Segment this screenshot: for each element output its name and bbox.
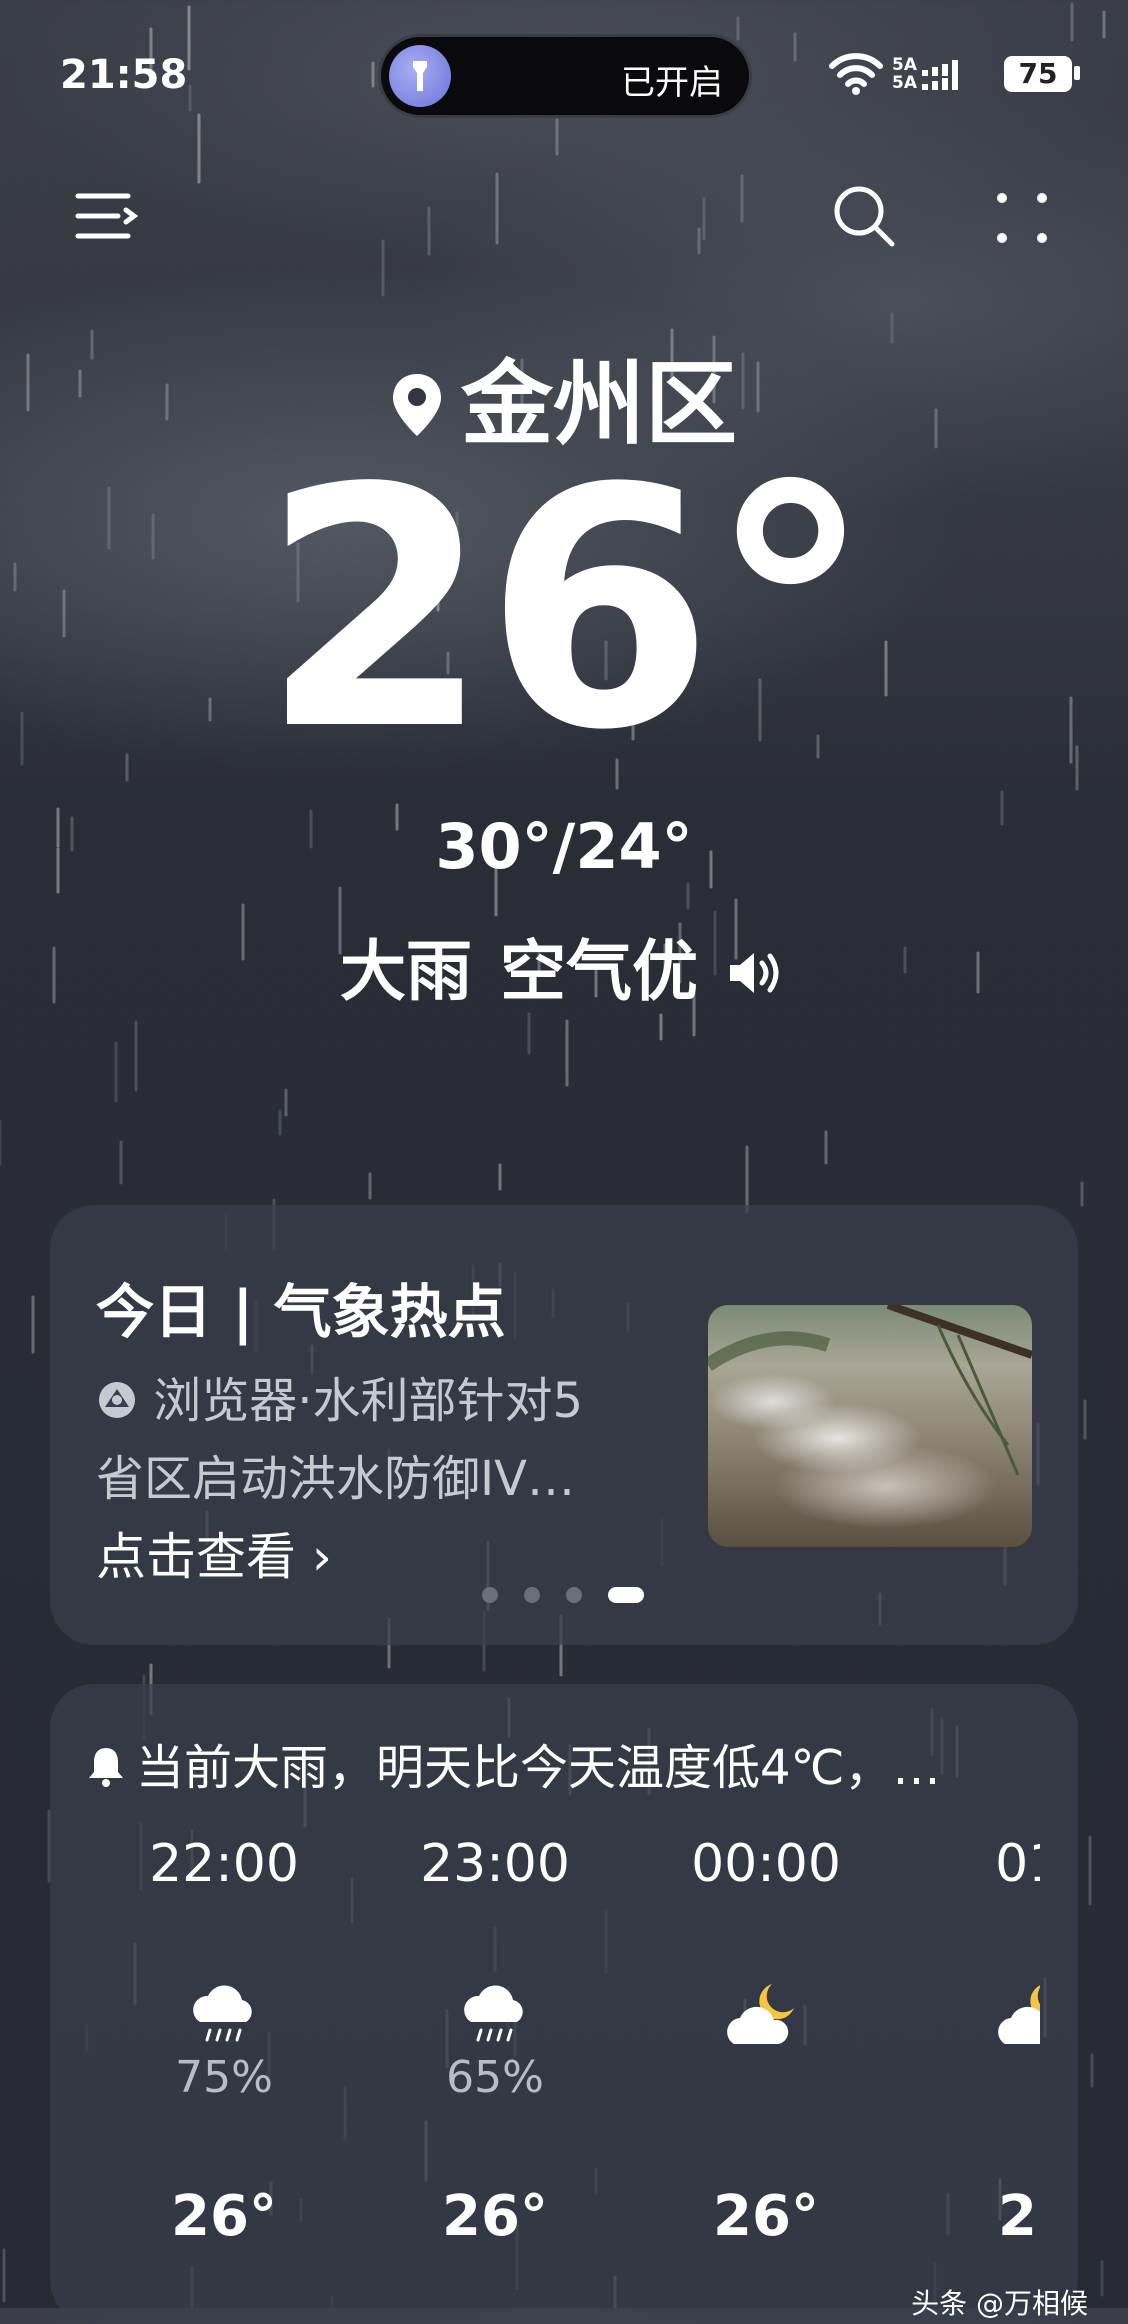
weather-alert[interactable]: 当前大雨，明天比今天温度低4℃，… xyxy=(86,1728,940,1798)
hot-news-title: 今日 | 气象热点 xyxy=(96,1278,506,1346)
battery-tip xyxy=(1074,66,1080,80)
network-label: 5A xyxy=(892,55,917,75)
bell-icon xyxy=(89,1748,123,1787)
status-icons: 5A 5A 75 xyxy=(828,50,1088,100)
battery-level: 75 xyxy=(1004,56,1072,92)
flashlight-pill[interactable]: 已开启 xyxy=(378,34,752,118)
precip-probability: 75% xyxy=(175,2052,273,2103)
hour-time: 01: xyxy=(995,1834,1040,1894)
carousel-dot[interactable] xyxy=(566,1587,582,1603)
condition-row: 大雨 空气优 xyxy=(0,918,1128,1014)
signal-icon xyxy=(922,60,958,90)
rain-cloud-icon xyxy=(193,1985,252,2042)
air-quality[interactable]: 空气优 xyxy=(500,933,698,1010)
hot-news-headline-2: 省区启动洪水防御IV… xyxy=(96,1451,575,1507)
hour-item[interactable]: 22:00 75% 26° xyxy=(134,1834,314,2249)
more-dots-icon[interactable] xyxy=(994,190,1050,246)
current-temperature: 26° xyxy=(260,418,873,802)
hour-time: 23:00 xyxy=(420,1834,570,1894)
flood-news-image[interactable] xyxy=(708,1305,1032,1547)
hot-news-link[interactable]: 点击查看 › xyxy=(96,1517,332,1589)
network-label-2: 5A xyxy=(892,73,917,93)
hot-news-card[interactable]: 今日 | 气象热点 浏览器·水利部针对5 省区启动洪水防御IV… 点击查看 › xyxy=(50,1205,1078,1645)
weather-alert-text: 当前大雨，明天比今天温度低4℃，… xyxy=(136,1740,941,1796)
hour-time: 00:00 xyxy=(691,1834,841,1894)
carousel-dot-active[interactable] xyxy=(608,1587,644,1603)
flashlight-icon xyxy=(389,45,451,107)
hour-temp: 26° xyxy=(171,2184,277,2249)
precip-probability: 65% xyxy=(446,2052,544,2103)
hot-news-line-1: 浏览器·水利部针对5 xyxy=(96,1361,583,1431)
hourly-forecast-card[interactable]: 当前大雨，明天比今天温度低4℃，… 22:00 75% 26° 23:00 65… xyxy=(50,1684,1078,2324)
hour-item[interactable]: 01: 25 xyxy=(947,1834,1040,2249)
hour-time: 22:00 xyxy=(149,1834,299,1894)
speaker-icon[interactable] xyxy=(726,948,788,998)
hour-temp: 26° xyxy=(713,2184,819,2249)
cloudy-night-icon xyxy=(727,1984,794,2044)
rain-cloud-icon xyxy=(464,1985,523,2042)
menu-icon[interactable] xyxy=(74,188,140,244)
watermark: 头条 @万相候 xyxy=(911,2287,1088,2320)
hour-item[interactable]: 00:00 26° xyxy=(676,1834,856,2249)
search-icon[interactable] xyxy=(830,182,898,250)
carousel-dot[interactable] xyxy=(482,1587,498,1603)
hourly-list[interactable]: 22:00 75% 26° 23:00 65% 26° 00:00 26° 0 … xyxy=(50,1834,1040,2254)
cloudy-night-icon xyxy=(998,1985,1040,2044)
temperature-range: 30°/24° xyxy=(435,810,693,883)
browser-icon xyxy=(99,1382,135,1418)
hot-news-headline-1: ·水利部针对5 xyxy=(297,1373,584,1429)
wifi-icon xyxy=(829,53,883,95)
status-time: 21:58 xyxy=(60,52,188,98)
hour-temp: 25 xyxy=(998,2184,1040,2249)
weather-condition: 大雨 xyxy=(340,933,472,1010)
hour-item[interactable]: 23:00 65% 26° xyxy=(405,1834,585,2249)
carousel-dot[interactable] xyxy=(524,1587,540,1603)
flashlight-status: 已开启 xyxy=(621,63,723,103)
hour-temp: 26° xyxy=(442,2184,548,2249)
hot-news-source: 浏览器 xyxy=(153,1373,298,1429)
